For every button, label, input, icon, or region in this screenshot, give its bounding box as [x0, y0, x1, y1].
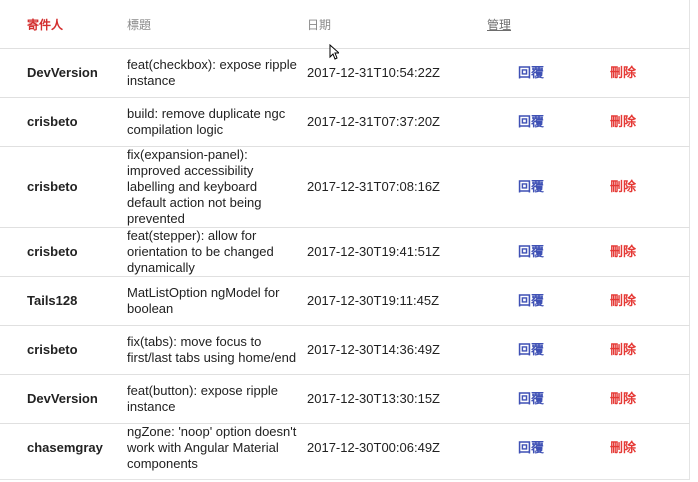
reply-cell: 回覆	[487, 227, 579, 277]
table-row[interactable]: crisbeto fix(tabs): move focus to first/l…	[0, 325, 691, 375]
delete-cell: 刪除	[579, 423, 691, 473]
date-cell: 2017-12-30T00:06:49Z	[307, 423, 487, 473]
table-row[interactable]: crisbeto build: remove duplicate ngc comp…	[0, 97, 691, 147]
reply-cell: 回覆	[487, 97, 579, 147]
delete-cell: 刪除	[579, 146, 691, 228]
title-cell: fix(expansion-panel): improved accessibi…	[127, 146, 307, 228]
sender-cell: chasemgray	[0, 423, 127, 473]
title-cell: build: remove duplicate ngc compilation …	[127, 97, 307, 147]
delete-button[interactable]: 刪除	[610, 114, 636, 129]
reply-button[interactable]: 回覆	[518, 244, 544, 259]
reply-button[interactable]: 回覆	[518, 391, 544, 406]
column-header-date[interactable]: 日期	[307, 0, 487, 49]
reply-cell: 回覆	[487, 325, 579, 375]
reply-button[interactable]: 回覆	[518, 179, 544, 194]
delete-button[interactable]: 刪除	[610, 293, 636, 308]
delete-cell: 刪除	[579, 97, 691, 147]
column-header-sender[interactable]: 寄件人	[0, 0, 127, 49]
reply-cell: 回覆	[487, 146, 579, 228]
mouse-cursor-icon	[329, 44, 339, 60]
title-cell: feat(button): expose ripple instance	[127, 374, 307, 424]
reply-cell: 回覆	[487, 374, 579, 424]
delete-cell: 刪除	[579, 276, 691, 326]
date-cell: 2017-12-30T13:30:15Z	[307, 374, 487, 424]
reply-cell: 回覆	[487, 423, 579, 473]
sender-cell: Tails128	[0, 276, 127, 326]
sender-cell: crisbeto	[0, 146, 127, 228]
header-row: 寄件人 標題 日期 管理	[0, 0, 690, 49]
reply-button[interactable]: 回覆	[518, 440, 544, 455]
date-cell: 2017-12-31T07:08:16Z	[307, 146, 487, 228]
table-row[interactable]: crisbeto feat(stepper): allow for orienta…	[0, 227, 691, 277]
delete-button[interactable]: 刪除	[610, 342, 636, 357]
reply-button[interactable]: 回覆	[518, 114, 544, 129]
title-cell: MatListOption ngModel for boolean	[127, 276, 307, 326]
table-row[interactable]: Tails128 MatListOption ngModel for boolea…	[0, 276, 691, 326]
delete-button[interactable]: 刪除	[610, 440, 636, 455]
sender-cell: crisbeto	[0, 325, 127, 375]
table-row[interactable]: crisbeto fix(expansion-panel): improved a…	[0, 146, 691, 228]
reply-cell: 回覆	[487, 48, 579, 98]
delete-cell: 刪除	[579, 374, 691, 424]
title-cell: feat(checkbox): expose ripple instance	[127, 48, 307, 98]
sender-cell: DevVersion	[0, 48, 127, 98]
delete-button[interactable]: 刪除	[610, 179, 636, 194]
sender-cell: DevVersion	[0, 374, 127, 424]
sender-cell: crisbeto	[0, 97, 127, 147]
date-cell: 2017-12-31T07:37:20Z	[307, 97, 487, 147]
reply-button[interactable]: 回覆	[518, 342, 544, 357]
column-header-title[interactable]: 標題	[127, 0, 307, 49]
reply-button[interactable]: 回覆	[518, 65, 544, 80]
delete-cell: 刪除	[579, 325, 691, 375]
column-header-manage[interactable]: 管理	[487, 0, 690, 49]
delete-button[interactable]: 刪除	[610, 244, 636, 259]
column-header-manage-label[interactable]: 管理	[487, 18, 511, 32]
table-row[interactable]: DevVersion feat(button): expose ripple in…	[0, 374, 691, 424]
delete-cell: 刪除	[579, 48, 691, 98]
table-row[interactable]: chasemgray ngZone: 'noop' option doesn't …	[0, 423, 691, 473]
mail-table: 寄件人 標題 日期 管理 DevVersion feat(checkbox): e…	[0, 0, 691, 473]
delete-button[interactable]: 刪除	[610, 65, 636, 80]
title-cell: ngZone: 'noop' option doesn't work with …	[127, 423, 307, 473]
reply-cell: 回覆	[487, 276, 579, 326]
mail-table-panel: 寄件人 標題 日期 管理 DevVersion feat(checkbox): e…	[0, 0, 691, 480]
sender-cell: crisbeto	[0, 227, 127, 277]
title-cell: fix(tabs): move focus to first/last tabs…	[127, 325, 307, 375]
date-cell: 2017-12-30T19:11:45Z	[307, 276, 487, 326]
date-cell: 2017-12-30T19:41:51Z	[307, 227, 487, 277]
reply-button[interactable]: 回覆	[518, 293, 544, 308]
table-row[interactable]: DevVersion feat(checkbox): expose ripple …	[0, 48, 691, 98]
delete-cell: 刪除	[579, 227, 691, 277]
delete-button[interactable]: 刪除	[610, 391, 636, 406]
date-cell: 2017-12-30T14:36:49Z	[307, 325, 487, 375]
title-cell: feat(stepper): allow for orientation to …	[127, 227, 307, 277]
